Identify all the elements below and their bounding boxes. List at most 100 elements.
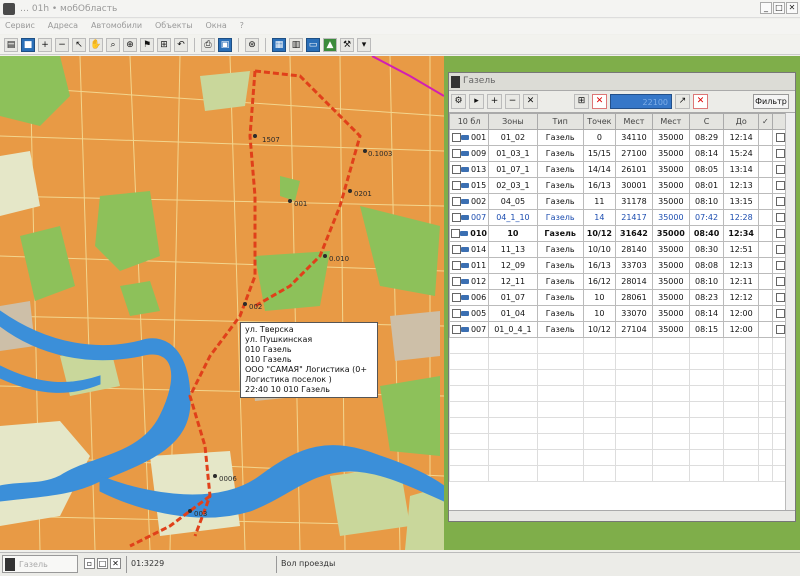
- row-toggle-checkbox[interactable]: [775, 165, 785, 174]
- row-checkbox[interactable]: [451, 293, 461, 302]
- table-row[interactable]: 001 01_02 Газель 0 34110 35000 08:29 12:14: [448, 129, 790, 146]
- menu-service[interactable]: Сервис: [0, 19, 40, 32]
- row-toggle-checkbox[interactable]: [775, 261, 785, 270]
- measure-icon[interactable]: ⊕: [123, 37, 137, 52]
- menu-windows[interactable]: Окна: [200, 19, 231, 32]
- row-checkbox[interactable]: [451, 165, 461, 174]
- table-row[interactable]: 007 01_0_4_1 Газель 10/12 27104 35000 08:15 12:…: [448, 321, 790, 338]
- cancel-icon[interactable]: ✕: [592, 94, 607, 109]
- restore-icon[interactable]: ▫: [84, 558, 95, 569]
- dropdown-icon[interactable]: ▾: [357, 37, 371, 52]
- maximize-icon[interactable]: □: [97, 558, 108, 569]
- export-icon[interactable]: ▣: [218, 37, 232, 52]
- close-button[interactable]: ✕: [786, 2, 798, 14]
- map-view[interactable]: 1507 0.1003 0201 001 0.010 002 0006 003 …: [0, 56, 444, 550]
- row-checkbox[interactable]: [451, 309, 461, 318]
- table-row[interactable]: 009 01_03_1 Газель 15/15 27100 35000 08:14 15:2…: [448, 145, 790, 162]
- menu-vehicles[interactable]: Автомобили: [86, 19, 147, 32]
- select-icon[interactable]: ⊞: [157, 37, 171, 52]
- horizontal-scrollbar[interactable]: [449, 510, 795, 521]
- layers-icon[interactable]: ■: [21, 37, 35, 52]
- arrow-right-icon[interactable]: ▸: [469, 94, 484, 109]
- route-icon[interactable]: ▦: [272, 37, 286, 52]
- row-toggle-checkbox[interactable]: [775, 277, 785, 286]
- add-icon[interactable]: +: [487, 94, 502, 109]
- table-icon[interactable]: ▥: [289, 37, 303, 52]
- minimized-window[interactable]: Газель: [2, 555, 78, 573]
- counter-field[interactable]: 22100: [610, 94, 672, 109]
- row-toggle-checkbox[interactable]: [775, 325, 785, 334]
- close-icon[interactable]: ✕: [110, 558, 121, 569]
- row-toggle-checkbox[interactable]: [775, 133, 785, 142]
- window-icon[interactable]: ▭: [306, 37, 320, 52]
- col-places2[interactable]: Мест: [651, 113, 690, 130]
- maximize-button[interactable]: □: [773, 2, 785, 14]
- print-icon[interactable]: ⎙: [201, 37, 215, 52]
- row-toggle-checkbox[interactable]: [775, 309, 785, 318]
- col-zones[interactable]: Зоны: [488, 113, 538, 130]
- table-row[interactable]: 006 01_07 Газель 10 28061 35000 08:23 12:12: [448, 289, 790, 306]
- table-row[interactable]: 013 01_07_1 Газель 14/14 26101 35000 08:05 13:1…: [448, 161, 790, 178]
- delete-icon[interactable]: ✕: [523, 94, 538, 109]
- col-points[interactable]: Точек: [582, 113, 617, 130]
- table-row[interactable]: 012 12_11 Газель 16/12 28014 35000 08:10 12:11: [448, 273, 790, 290]
- col-to[interactable]: До: [723, 113, 759, 130]
- row-checkbox[interactable]: [451, 213, 461, 222]
- row-checkbox[interactable]: [451, 149, 461, 158]
- row-toggle-checkbox[interactable]: [775, 213, 785, 222]
- row-checkbox[interactable]: [451, 229, 461, 238]
- table-row[interactable]: 005 01_04 Газель 10 33070 35000 08:14 12:00: [448, 305, 790, 322]
- row-checkbox[interactable]: [451, 277, 461, 286]
- clear-icon[interactable]: ✕: [693, 94, 708, 109]
- col-from[interactable]: С: [688, 113, 725, 130]
- row-checkbox[interactable]: [451, 197, 461, 206]
- table-row[interactable]: 011 12_09 Газель 16/13 33703 35000 08:08 12:13: [448, 257, 790, 274]
- col-id[interactable]: 10 бл: [448, 113, 490, 130]
- wrench-icon[interactable]: ⚙: [451, 94, 466, 109]
- row-b: 35000: [651, 129, 690, 146]
- filter-button[interactable]: Фильтр: [753, 94, 789, 109]
- grid-icon[interactable]: ⊞: [574, 94, 589, 109]
- wheel-icon[interactable]: ⊛: [245, 37, 259, 52]
- chart-icon[interactable]: ▲: [323, 37, 337, 52]
- minimize-button[interactable]: _: [760, 2, 772, 14]
- col-places[interactable]: Мест: [615, 113, 653, 130]
- table-row[interactable]: 015 02_03_1 Газель 16/13 30001 35000 08:01 12:1…: [448, 177, 790, 194]
- pointer-icon[interactable]: ↖: [72, 37, 86, 52]
- row-zone: 02_03_1: [488, 177, 538, 194]
- zoom-out-icon[interactable]: −: [55, 37, 69, 52]
- row-toggle-checkbox[interactable]: [775, 181, 785, 190]
- table-row[interactable]: 010 10 Газель 10/12 31642 35000 08:40 12:34: [448, 225, 790, 242]
- col-type[interactable]: Тип: [536, 113, 584, 130]
- row-checkbox[interactable]: [451, 245, 461, 254]
- row-checkbox[interactable]: [451, 325, 461, 334]
- zoom-icon[interactable]: ⌕: [106, 37, 120, 52]
- undo-icon[interactable]: ↶: [174, 37, 188, 52]
- table-row[interactable]: 014 11_13 Газель 10/10 28140 35000 08:30 12:51: [448, 241, 790, 258]
- row-toggle-checkbox[interactable]: [775, 245, 785, 254]
- vertical-scrollbar[interactable]: [785, 113, 795, 511]
- row-toggle-checkbox[interactable]: [775, 229, 785, 238]
- pin-icon[interactable]: ↗: [675, 94, 690, 109]
- row-toggle-checkbox[interactable]: [775, 197, 785, 206]
- open-icon[interactable]: ▤: [4, 37, 18, 52]
- row-id-cell: 012: [448, 273, 490, 290]
- truck-icon: [460, 199, 469, 204]
- table-row[interactable]: 002 04_05 Газель 11 31178 35000 08:10 13:15: [448, 193, 790, 210]
- row-toggle-checkbox[interactable]: [775, 293, 785, 302]
- remove-icon[interactable]: −: [505, 94, 520, 109]
- row-checkbox[interactable]: [451, 261, 461, 270]
- tools-icon[interactable]: ⚒: [340, 37, 354, 52]
- menu-addresses[interactable]: Адреса: [43, 19, 83, 32]
- row-checkbox[interactable]: [451, 181, 461, 190]
- col-check[interactable]: ✓: [757, 113, 773, 130]
- menu-objects[interactable]: Объекты: [150, 19, 198, 32]
- row-id-cell: 014: [448, 241, 490, 258]
- menu-help[interactable]: ?: [235, 19, 249, 32]
- row-checkbox[interactable]: [451, 133, 461, 142]
- flag-icon[interactable]: ⚑: [140, 37, 154, 52]
- table-row[interactable]: 007 04_1_10 Газель 14 21417 35000 07:42 12:28: [448, 209, 790, 226]
- zoom-in-icon[interactable]: +: [38, 37, 52, 52]
- hand-icon[interactable]: ✋: [89, 37, 103, 52]
- row-toggle-checkbox[interactable]: [775, 149, 785, 158]
